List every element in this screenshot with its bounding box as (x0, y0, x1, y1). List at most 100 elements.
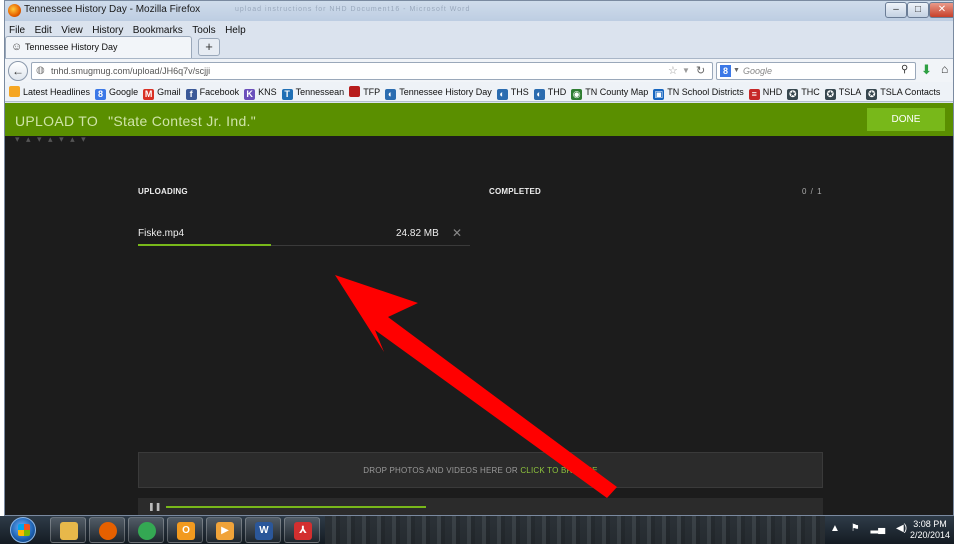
gallery-name: "State Contest Jr. Ind." (108, 113, 256, 129)
bookmark-label: Latest Headlines (23, 87, 91, 97)
pause-icon[interactable]: ❚❚ (148, 502, 161, 511)
search-placeholder[interactable]: Google (743, 66, 772, 76)
search-icon[interactable]: ⚲ (901, 64, 908, 75)
globe-icon: ◐ (533, 89, 545, 100)
bookmark-item[interactable]: ✪ TSLA (824, 87, 861, 100)
bookmark-item[interactable]: Latest Headlines (9, 86, 90, 97)
upload-to-label: UPLOAD TO (15, 113, 99, 129)
folder-icon (60, 522, 78, 540)
bookmark-item[interactable]: K KNS (244, 87, 277, 100)
taskbar: O ▶ W ⅄ ▲ ⚑ ▂▄ ◀) 3:08 PM 2/20/2014 (0, 516, 954, 544)
windows-logo-icon (18, 524, 30, 536)
completed-heading: COMPLETED (489, 187, 542, 196)
reload-icon[interactable]: ↻ (696, 64, 705, 77)
bookmark-item[interactable]: ◐ THS (496, 87, 529, 100)
menu-help[interactable]: Help (223, 23, 249, 36)
firefox-icon (8, 4, 21, 17)
bookmark-label: KNS (258, 87, 277, 97)
bookmark-label: Tennessean (295, 87, 345, 97)
clock-date: 2/20/2014 (909, 530, 951, 540)
close-button[interactable]: ✕ (929, 2, 953, 18)
menu-file[interactable]: File (7, 23, 28, 36)
bookmark-label: TSLA Contacts (880, 87, 941, 97)
google-icon: 8 (95, 89, 107, 100)
completed-count: 0 / 1 (802, 187, 823, 196)
url-text[interactable]: tnhd.smugmug.com/upload/JH6q7v/scjji (51, 66, 210, 76)
taskbar-explorer-button[interactable] (50, 517, 86, 543)
navigation-bar: ← ◍ tnhd.smugmug.com/upload/JH6q7v/scjji… (5, 58, 953, 82)
bookmark-item[interactable]: ✪ TSLA Contacts (866, 87, 940, 100)
menu-edit[interactable]: Edit (33, 23, 55, 36)
taskbar-chrome-button[interactable] (128, 517, 164, 543)
maximize-button[interactable]: □ (907, 2, 929, 18)
taskbar-media-button[interactable]: ▶ (206, 517, 242, 543)
upload-heading: UPLOAD TO "State Contest Jr. Ind." (15, 113, 256, 129)
bookmarks-bar: Latest Headlines 8 Google M Gmail f Facebook K K… (5, 82, 953, 102)
start-button[interactable] (10, 517, 36, 543)
taskbar-background (325, 516, 825, 544)
network-icon[interactable]: ▂▄ (870, 523, 885, 534)
overall-progress-strip: ❚❚ (138, 498, 823, 515)
taskbar-word-button[interactable]: W (245, 517, 281, 543)
volume-icon[interactable]: ◀) (896, 523, 907, 534)
bookmark-item[interactable]: f Facebook (185, 87, 240, 100)
bookmark-item[interactable]: T Tennessean (281, 87, 345, 100)
globe-icon: ◐ (496, 89, 508, 100)
back-button[interactable]: ← (8, 61, 28, 81)
bookmark-label: TFP (363, 87, 381, 97)
search-engine-dropdown-icon[interactable]: ▼ (733, 67, 740, 74)
bookmark-item[interactable]: 8 Google (95, 87, 138, 100)
done-button[interactable]: DONE (867, 108, 945, 131)
drop-zone-message: DROP PHOTOS AND VIDEOS HERE OR CLICK TO … (139, 466, 822, 475)
clock[interactable]: 3:08 PM 2/20/2014 (908, 519, 952, 541)
window-title: Tennessee History Day - Mozilla Firefox (24, 4, 201, 15)
tennessean-icon: T (281, 89, 293, 100)
show-hidden-icons-icon[interactable]: ▲ (830, 523, 840, 534)
menu-history[interactable]: History (90, 23, 126, 36)
bookmark-label: Facebook (199, 87, 240, 97)
minimize-button[interactable]: – (885, 2, 907, 18)
search-bar[interactable]: 8 ▼ Google ⚲ (716, 62, 916, 80)
bookmark-item[interactable]: M Gmail (143, 87, 181, 100)
thc-icon: ✪ (787, 89, 799, 100)
url-bar[interactable]: ◍ tnhd.smugmug.com/upload/JH6q7v/scjji ☆… (31, 62, 713, 80)
acrobat-icon: ⅄ (294, 522, 312, 540)
menu-view[interactable]: View (59, 23, 86, 36)
bookmark-item[interactable]: ◉ TN County Map (571, 87, 648, 100)
action-center-flag-icon[interactable]: ⚑ (851, 523, 860, 534)
menu-tools[interactable]: Tools (190, 23, 218, 36)
download-icon[interactable]: ⬇ (921, 62, 932, 78)
bookmark-item[interactable]: TFP (349, 86, 380, 97)
bookmark-item[interactable]: ◐ THD (533, 87, 567, 100)
new-tab-button[interactable]: + (198, 38, 220, 56)
upload-file-row: Fiske.mp4 24.82 MB ✕ (138, 225, 470, 246)
bookmark-item[interactable]: ◐ Tennessee History Day (385, 87, 492, 100)
tab-tennessee-history-day[interactable]: ☺ Tennessee History Day (5, 36, 192, 58)
bookmark-item[interactable]: ▣ TN School Districts (653, 87, 744, 100)
map-icon: ◉ (571, 89, 583, 100)
home-icon[interactable]: ⌂ (941, 62, 948, 76)
taskbar-acrobat-button[interactable]: ⅄ (284, 517, 320, 543)
drop-zone-text: DROP PHOTOS AND VIDEOS HERE OR (363, 466, 521, 475)
google-icon[interactable]: 8 (720, 65, 731, 77)
tab-strip: ☺ Tennessee History Day + (5, 36, 953, 58)
bookmark-label: Tennessee History Day (399, 87, 492, 97)
outlook-icon: O (177, 522, 195, 540)
bookmark-item[interactable]: ✪ THC (787, 87, 820, 100)
taskbar-firefox-button[interactable] (89, 517, 125, 543)
file-name: Fiske.mp4 (138, 228, 185, 239)
tsla-icon: ✪ (866, 89, 878, 100)
taskbar-outlook-button[interactable]: O (167, 517, 203, 543)
overall-progress-bar (166, 506, 427, 508)
bookmark-item[interactable]: ≡ NHD (748, 87, 782, 100)
globe-icon: ◐ (385, 89, 397, 100)
browse-link[interactable]: CLICK TO BROWSE (520, 466, 597, 475)
facebook-icon: f (185, 89, 197, 100)
menu-bookmarks[interactable]: Bookmarks (131, 23, 186, 36)
tsla-icon: ✪ (824, 89, 836, 100)
history-dropdown-icon[interactable]: ▼ (682, 66, 690, 75)
bookmark-label: THD (547, 87, 567, 97)
drop-zone[interactable]: DROP PHOTOS AND VIDEOS HERE OR CLICK TO … (138, 452, 823, 488)
bookmark-star-icon[interactable]: ☆ (668, 64, 678, 77)
cancel-upload-icon[interactable]: ✕ (452, 226, 462, 240)
